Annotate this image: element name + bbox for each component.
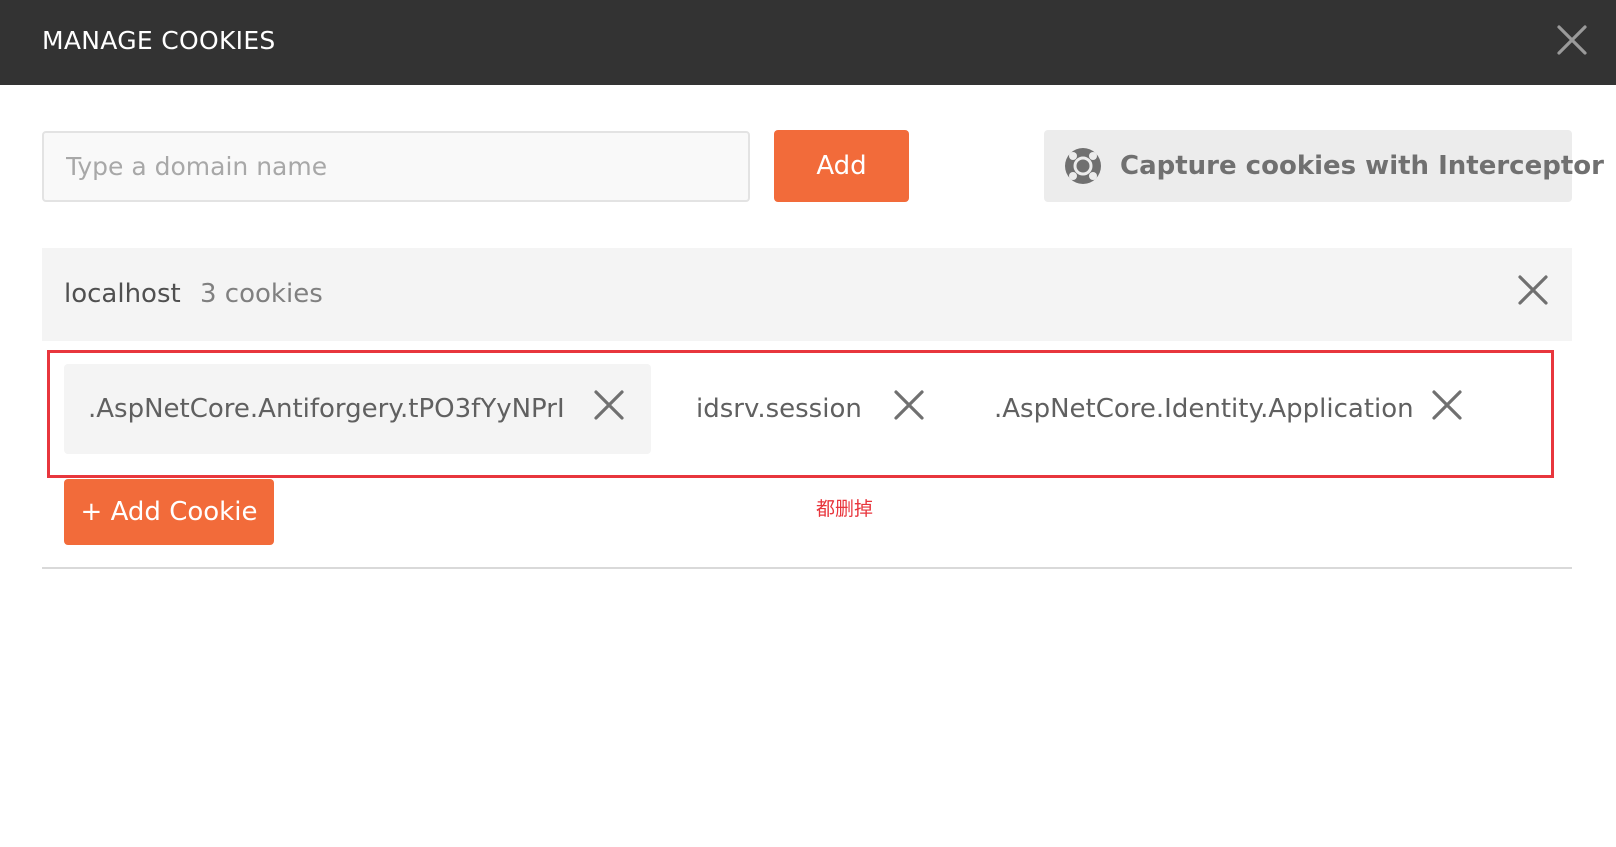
remove-cookie-icon[interactable] bbox=[892, 388, 926, 422]
cookie-name: .AspNetCore.Identity.Application bbox=[994, 394, 1414, 424]
add-domain-label: Add bbox=[816, 151, 867, 181]
remove-domain-icon[interactable] bbox=[1516, 273, 1550, 307]
remove-cookie-icon[interactable] bbox=[592, 388, 626, 422]
domain-input[interactable] bbox=[42, 131, 750, 202]
add-cookie-button[interactable]: + Add Cookie bbox=[64, 479, 274, 545]
domain-cookie-count: 3 cookies bbox=[200, 279, 323, 309]
divider bbox=[42, 567, 1572, 569]
modal-header: MANAGE COOKIES bbox=[0, 0, 1616, 85]
interceptor-icon bbox=[1064, 147, 1102, 185]
cookie-name: idsrv.session bbox=[696, 394, 862, 424]
remove-cookie-icon[interactable] bbox=[1430, 388, 1464, 422]
domain-card-localhost: localhost 3 cookies bbox=[42, 248, 1572, 341]
cookie-chip[interactable]: .AspNetCore.Antiforgery.tPO3fYyNPrI bbox=[64, 364, 651, 454]
domain-name: localhost bbox=[64, 279, 181, 309]
cookie-chip[interactable]: idsrv.session bbox=[672, 364, 940, 454]
add-domain-button[interactable]: Add bbox=[774, 130, 909, 202]
capture-cookies-button[interactable]: Capture cookies with Interceptor bbox=[1044, 130, 1604, 202]
capture-cookies-label: Capture cookies with Interceptor bbox=[1120, 151, 1604, 181]
annotation-text: 都删掉 bbox=[816, 498, 874, 520]
add-cookie-label: + Add Cookie bbox=[80, 497, 258, 527]
cookie-name: .AspNetCore.Antiforgery.tPO3fYyNPrI bbox=[88, 394, 565, 424]
modal-title: MANAGE COOKIES bbox=[42, 26, 276, 55]
close-icon[interactable] bbox=[1556, 24, 1588, 56]
cookie-chip[interactable]: .AspNetCore.Identity.Application bbox=[972, 364, 1472, 454]
